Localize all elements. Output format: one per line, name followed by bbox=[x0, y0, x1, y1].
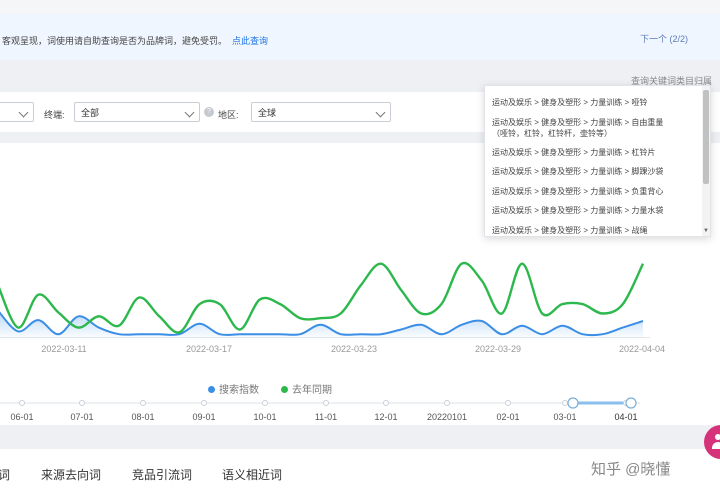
timeline-node[interactable] bbox=[201, 400, 207, 406]
category-option[interactable]: 运动及娱乐 > 健身及塑形 > 力量训练 > 哑铃 bbox=[492, 97, 697, 108]
timeline-label[interactable]: 06-01 bbox=[10, 412, 33, 422]
timeline-node[interactable] bbox=[140, 400, 146, 406]
scroll-down-icon[interactable]: ▼ bbox=[703, 228, 709, 234]
tab-competitor-traffic[interactable]: 竞品引流词 bbox=[132, 466, 192, 483]
terminal-value: 全部 bbox=[81, 108, 100, 118]
timeline-label[interactable]: 12-01 bbox=[374, 412, 397, 422]
timeline-node[interactable] bbox=[383, 400, 389, 406]
timeline-node[interactable] bbox=[505, 400, 511, 406]
category-option[interactable]: 运动及娱乐 > 健身及塑形 > 力量训练 > 自由重量 （哑铃，杠铃，杠铃杆，壶铃… bbox=[492, 117, 697, 139]
tab-source-destination[interactable]: 来源去向词 bbox=[41, 466, 101, 483]
scrollbar-thumb[interactable] bbox=[703, 90, 709, 184]
region-value: 全球 bbox=[258, 108, 277, 118]
timeline-handle[interactable] bbox=[625, 397, 637, 409]
timeline-label[interactable]: 04-01 bbox=[614, 412, 637, 422]
timeline-node[interactable] bbox=[562, 400, 568, 406]
section-gap bbox=[0, 425, 720, 449]
timeline-label[interactable]: 03-01 bbox=[553, 412, 576, 422]
legend-dot bbox=[208, 385, 215, 393]
category-option[interactable]: 运动及娱乐 > 健身及塑形 > 力量训练 > 负重背心 bbox=[492, 186, 697, 197]
timeline-node[interactable] bbox=[444, 400, 450, 406]
tab-semantic-similar[interactable]: 语义相近词 bbox=[222, 466, 282, 483]
region-label: 地区: bbox=[218, 110, 239, 120]
notice-bar: 客观呈现，词使用请自助查询是否为品牌词，避免受罚。 点此查询 下一个 (2/2) bbox=[0, 14, 720, 60]
category-option[interactable]: 运动及娱乐 > 健身及塑形 > 力量训练 > 战绳 bbox=[492, 225, 697, 236]
user-icon bbox=[712, 442, 720, 449]
timeline-label[interactable]: 09-01 bbox=[192, 412, 215, 422]
terminal-label: 终端: bbox=[44, 110, 65, 120]
timeline-label[interactable]: 02-01 bbox=[496, 412, 519, 422]
help-icon[interactable]: ? bbox=[204, 107, 214, 117]
category-option[interactable]: 运动及娱乐 > 健身及塑形 > 力量训练 > 脚踝沙袋 bbox=[492, 166, 697, 177]
legend-search-index[interactable]: 搜索指数 bbox=[208, 381, 259, 396]
category-option-text: 运动及娱乐 > 健身及塑形 > 力量训练 > 力量水袋 bbox=[492, 206, 664, 215]
legend-label: 去年同期 bbox=[292, 385, 332, 396]
last-year-line bbox=[0, 261, 645, 334]
timeline-label[interactable]: 07-01 bbox=[70, 412, 93, 422]
tab-related-words[interactable]: 词 bbox=[0, 466, 10, 483]
category-dropdown: 运动及娱乐 > 健身及塑形 > 力量训练 > 哑铃 运动及娱乐 > 健身及塑形 >… bbox=[484, 85, 711, 237]
x-tick-label: 2022-03-17 bbox=[186, 344, 232, 354]
query-link[interactable]: 点此查询 bbox=[232, 34, 268, 47]
chevron-down-icon bbox=[18, 107, 29, 118]
watermark: 知乎 @晓懂 bbox=[591, 461, 671, 478]
x-tick-label: 2022-04-04 bbox=[619, 344, 665, 354]
timeline-node[interactable] bbox=[323, 400, 329, 406]
next-pager[interactable]: 下一个 (2/2) bbox=[640, 32, 688, 45]
x-tick-label: 2022-03-11 bbox=[41, 344, 86, 354]
category-option-text: 运动及娱乐 > 健身及塑形 > 力量训练 > 自由重量 bbox=[492, 117, 664, 127]
category-option-text: 运动及娱乐 > 健身及塑形 > 力量训练 > 脚踝沙袋 bbox=[492, 167, 664, 176]
terminal-select[interactable]: 全部 bbox=[74, 102, 200, 122]
category-option-text: 运动及娱乐 > 健身及塑形 > 力量训练 > 战绳 bbox=[492, 225, 648, 235]
notice-message: 客观呈现，词使用请自助查询是否为品牌词，避免受罚。 bbox=[2, 36, 228, 46]
x-tick-label: 2022-03-29 bbox=[475, 344, 521, 354]
category-option[interactable]: 运动及娱乐 > 健身及塑形 > 力量训练 > 力量水袋 bbox=[492, 205, 697, 216]
timeline-label[interactable]: 10-01 bbox=[253, 412, 276, 422]
timeline-node[interactable] bbox=[19, 400, 25, 406]
top-strip bbox=[0, 0, 720, 15]
timeline-label[interactable]: 11-01 bbox=[315, 412, 337, 422]
legend-label: 搜索指数 bbox=[219, 385, 259, 396]
timeline-node[interactable] bbox=[79, 400, 85, 406]
timeline-label[interactable]: 20220101 bbox=[427, 412, 467, 422]
chevron-down-icon bbox=[375, 107, 386, 118]
timeline-node[interactable] bbox=[262, 400, 268, 406]
category-option-text: 运动及娱乐 > 健身及塑形 > 力量训练 > 杠铃片 bbox=[492, 147, 656, 157]
timeline-handle[interactable] bbox=[567, 397, 579, 409]
chevron-down-icon bbox=[184, 107, 195, 118]
region-select[interactable]: 全球 bbox=[251, 102, 391, 122]
left-select[interactable] bbox=[0, 102, 34, 122]
legend-dot bbox=[281, 385, 288, 393]
category-option[interactable]: 运动及娱乐 > 健身及塑形 > 力量训练 > 杠铃片 bbox=[492, 147, 697, 158]
category-option-text: （哑铃，杠铃，杠铃杆，壶铃等） bbox=[492, 128, 612, 138]
category-option-text: 运动及娱乐 > 健身及塑形 > 力量训练 > 哑铃 bbox=[492, 98, 648, 107]
category-option-text: 运动及娱乐 > 健身及塑形 > 力量训练 > 负重背心 bbox=[492, 186, 664, 196]
timeline-label[interactable]: 08-01 bbox=[131, 412, 154, 422]
user-icon bbox=[715, 434, 720, 440]
x-tick-label: 2022-03-23 bbox=[331, 344, 377, 354]
legend-last-year[interactable]: 去年同期 bbox=[281, 381, 332, 396]
